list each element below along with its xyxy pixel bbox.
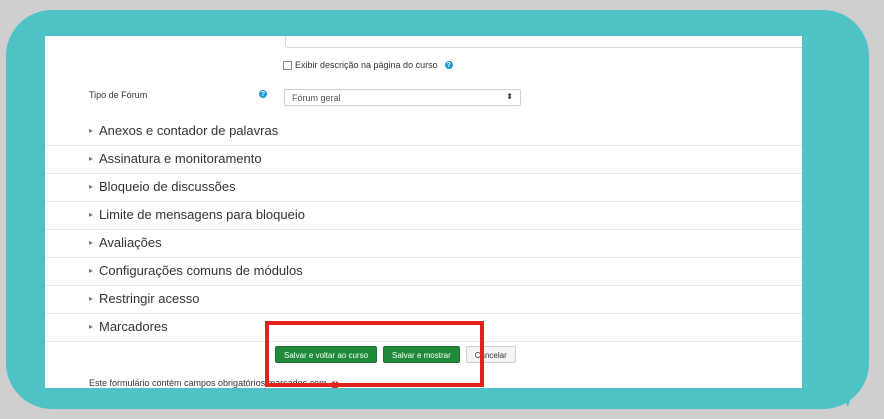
section-tags[interactable]: ▸ Marcadores (45, 314, 802, 342)
show-description-row: Exibir descrição na página do curso ? (283, 60, 453, 70)
show-description-label: Exibir descrição na página do curso (295, 60, 438, 70)
select-arrows-icon: ⬍ (506, 92, 513, 101)
caret-right-icon: ▸ (89, 322, 94, 331)
section-restrict-access[interactable]: ▸ Restringir acesso (45, 286, 802, 314)
caret-right-icon: ▸ (89, 154, 94, 163)
section-subscription[interactable]: ▸ Assinatura e monitoramento (45, 146, 802, 174)
section-common-module-settings[interactable]: ▸ Configurações comuns de módulos (45, 258, 802, 286)
section-label: Anexos e contador de palavras (99, 123, 279, 138)
forum-type-label: Tipo de Fórum (89, 90, 148, 100)
forum-type-select[interactable]: Fórum geral ⬍ (284, 89, 521, 106)
show-description-checkbox[interactable] (283, 60, 292, 70)
section-label: Assinatura e monitoramento (99, 151, 262, 166)
cancel-button[interactable]: Cancelar (465, 346, 516, 363)
section-label: Limite de mensagens para bloqueio (99, 207, 305, 222)
caret-right-icon: ▸ (89, 266, 94, 275)
section-ratings[interactable]: ▸ Avaliações (45, 230, 802, 258)
required-note-text: Este formulário contém campos obrigatóri… (89, 378, 327, 388)
section-label: Configurações comuns de módulos (99, 263, 303, 278)
description-textarea[interactable] (285, 36, 802, 48)
forum-settings-form: Exibir descrição na página do curso ? Ti… (45, 36, 802, 388)
caret-right-icon: ▸ (89, 238, 94, 247)
section-label: Marcadores (99, 319, 168, 334)
section-label: Restringir acesso (99, 291, 200, 306)
caret-right-icon: ▸ (89, 210, 94, 219)
section-label: Bloqueio de discussões (99, 179, 236, 194)
save-return-button[interactable]: Salvar e voltar ao curso (275, 346, 378, 363)
section-label: Avaliações (99, 235, 162, 250)
form-actions: Salvar e voltar ao curso Salvar e mostra… (275, 346, 516, 363)
exclamation-circle-icon: ! (331, 381, 340, 388)
section-post-threshold[interactable]: ▸ Limite de mensagens para bloqueio (45, 202, 802, 230)
question-circle-icon[interactable]: ? (444, 61, 453, 69)
section-attachments[interactable]: ▸ Anexos e contador de palavras (45, 118, 802, 146)
caret-right-icon: ▸ (89, 294, 94, 303)
question-circle-icon[interactable]: ? (259, 90, 267, 98)
save-display-button[interactable]: Salvar e mostrar (383, 346, 460, 363)
forum-type-value: Fórum geral (292, 93, 341, 103)
section-discussion-locking[interactable]: ▸ Bloqueio de discussões (45, 174, 802, 202)
caret-right-icon: ▸ (89, 182, 94, 191)
caret-right-icon: ▸ (89, 126, 94, 135)
required-fields-note: Este formulário contém campos obrigatóri… (89, 378, 340, 388)
